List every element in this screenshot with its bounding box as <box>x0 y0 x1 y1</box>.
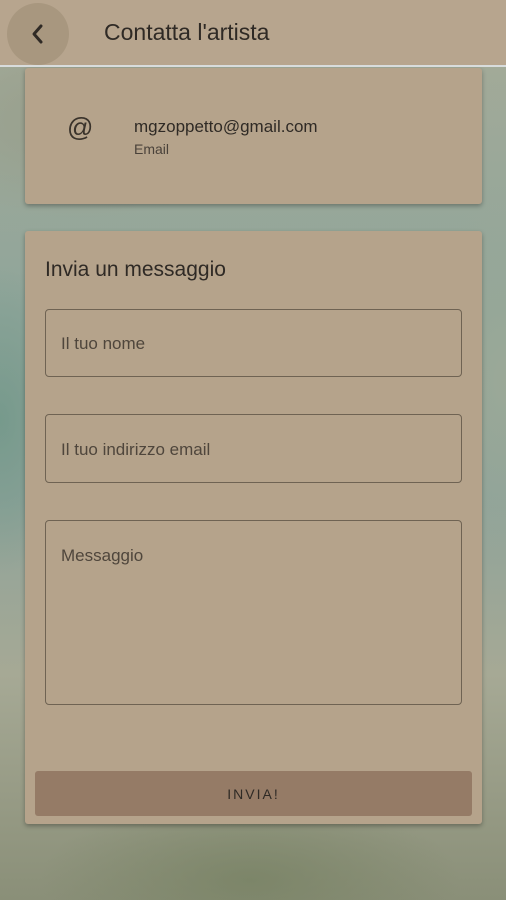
message-textarea[interactable]: Messaggio <box>45 520 462 705</box>
email-label: Email <box>134 141 170 157</box>
name-input[interactable]: Il tuo nome <box>45 309 462 377</box>
email-placeholder: Il tuo indirizzo email <box>61 440 211 459</box>
back-button[interactable] <box>7 3 69 65</box>
message-form-card: Invia un messaggio Il tuo nome Il tuo in… <box>25 231 482 824</box>
email-input[interactable]: Il tuo indirizzo email <box>45 414 462 483</box>
chevron-left-icon <box>32 24 43 44</box>
contact-card: @ mgzoppetto@gmail.com Email <box>25 68 482 204</box>
send-button[interactable]: INVIA! <box>35 771 472 816</box>
name-placeholder: Il tuo nome <box>61 334 146 353</box>
form-title: Invia un messaggio <box>45 258 226 281</box>
page-title: Contatta l'artista <box>104 19 270 45</box>
top-app-bar: Contatta l'artista <box>0 0 506 67</box>
at-icon: @ <box>67 112 94 142</box>
message-placeholder: Messaggio <box>61 546 144 565</box>
email-link[interactable]: mgzoppetto@gmail.com <box>134 117 318 137</box>
